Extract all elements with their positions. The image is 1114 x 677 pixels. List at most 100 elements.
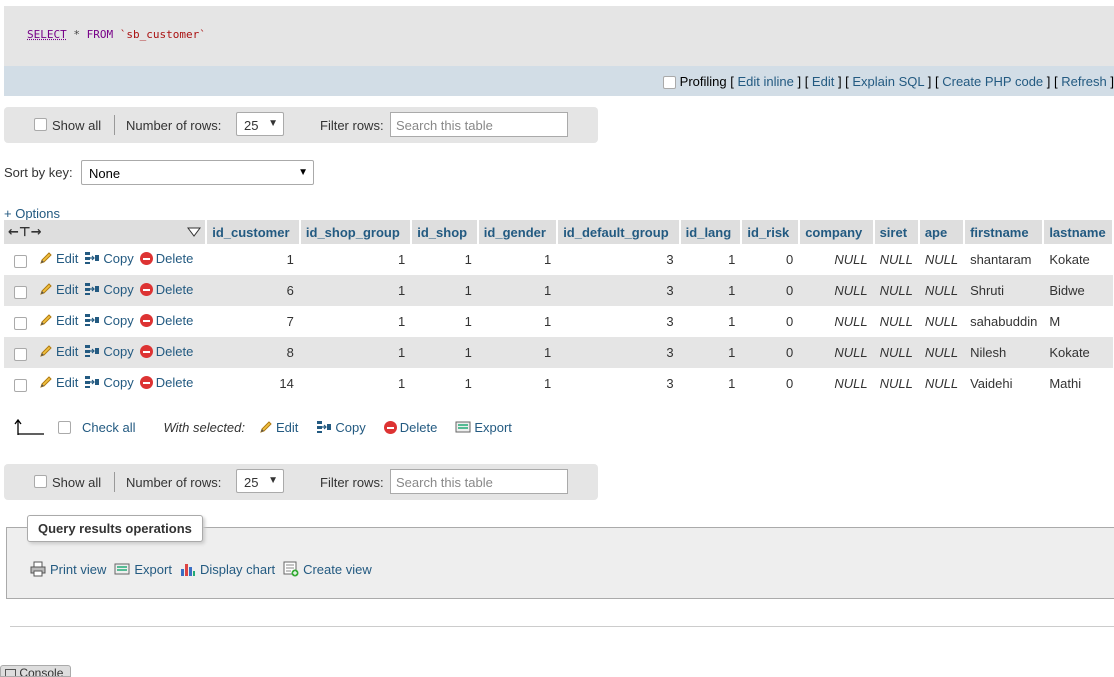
column-header[interactable]: company xyxy=(799,220,875,244)
create-php-link[interactable]: Create PHP code xyxy=(942,74,1043,89)
table-cell[interactable]: NULL xyxy=(918,337,965,368)
row-copy-button[interactable]: Copy xyxy=(84,313,134,328)
row-checkbox[interactable] xyxy=(14,348,27,362)
row-copy-button[interactable]: Copy xyxy=(84,375,134,390)
table-cell[interactable]: Nilesh xyxy=(964,337,1044,368)
table-cell[interactable]: 1 xyxy=(299,368,412,399)
check-all-checkbox[interactable] xyxy=(58,420,71,434)
table-cell[interactable]: M xyxy=(1043,306,1113,337)
options-link[interactable]: + Options xyxy=(4,206,60,221)
table-cell[interactable]: 3 xyxy=(557,368,680,399)
show-all-label[interactable]: Show all xyxy=(52,475,101,490)
column-header[interactable]: id_risk xyxy=(741,220,801,244)
table-cell[interactable]: 1 xyxy=(679,368,742,399)
export-link[interactable]: Export xyxy=(114,561,172,577)
bulk-export-button[interactable]: Export xyxy=(455,420,512,435)
table-cell[interactable]: NULL xyxy=(799,306,874,337)
show-all-label[interactable]: Show all xyxy=(52,118,101,133)
table-cell[interactable]: 1 xyxy=(477,337,558,368)
column-header[interactable]: id_default_group xyxy=(557,220,681,244)
column-header[interactable]: firstname xyxy=(964,220,1045,244)
show-all-checkbox[interactable] xyxy=(34,475,47,488)
table-cell[interactable]: 0 xyxy=(741,244,800,275)
table-cell[interactable]: NULL xyxy=(799,368,874,399)
table-cell[interactable]: 1 xyxy=(411,337,478,368)
row-edit-button[interactable]: Edit xyxy=(39,375,78,390)
table-cell[interactable]: 1 xyxy=(299,337,412,368)
create-view-link[interactable]: Create view xyxy=(283,561,372,577)
row-edit-button[interactable]: Edit xyxy=(39,251,78,266)
table-cell[interactable]: 1 xyxy=(299,306,412,337)
table-cell[interactable]: NULL xyxy=(873,368,919,399)
table-cell[interactable]: 1 xyxy=(679,337,742,368)
column-header[interactable]: ape xyxy=(918,220,966,244)
column-arrows-icon[interactable]: ←⊤→ xyxy=(8,224,56,240)
row-copy-button[interactable]: Copy xyxy=(84,282,134,297)
refresh-link[interactable]: Refresh xyxy=(1061,74,1107,89)
bulk-copy-button[interactable]: Copy xyxy=(316,420,366,435)
explain-sql-link[interactable]: Explain SQL xyxy=(852,74,924,89)
table-cell[interactable]: NULL xyxy=(918,306,965,337)
profiling-checkbox[interactable] xyxy=(663,76,677,90)
table-cell[interactable]: sahabuddin xyxy=(964,306,1044,337)
filter-rows-input[interactable]: Search this table xyxy=(390,469,568,494)
table-cell[interactable]: NULL xyxy=(873,306,919,337)
column-header[interactable]: id_shop xyxy=(411,220,479,244)
table-cell[interactable]: 1 xyxy=(679,244,742,275)
table-row[interactable]: Edit Copy Delete 1 1 1 1 3 1 0 NULL NULL NULL shantar… xyxy=(4,244,1113,275)
table-cell[interactable]: 0 xyxy=(741,337,800,368)
rows-per-page-select[interactable]: 25 ▼ xyxy=(236,469,284,493)
table-cell[interactable]: 1 xyxy=(411,244,478,275)
column-header[interactable]: id_customer xyxy=(206,220,301,244)
filter-rows-input[interactable]: Search this table xyxy=(390,112,568,137)
table-cell[interactable]: 1 xyxy=(477,306,558,337)
column-header[interactable]: siret xyxy=(873,220,920,244)
table-cell[interactable]: 1 xyxy=(477,368,558,399)
table-cell[interactable]: NULL xyxy=(799,244,874,275)
table-cell[interactable]: NULL xyxy=(918,275,965,306)
table-cell[interactable]: NULL xyxy=(873,337,919,368)
table-cell[interactable]: shantaram xyxy=(964,244,1044,275)
table-cell[interactable]: 1 xyxy=(679,306,742,337)
table-row[interactable]: Edit Copy Delete 7 1 1 1 3 1 0 NULL NULL NULL sahabud… xyxy=(4,306,1113,337)
column-header[interactable]: lastname xyxy=(1043,220,1114,244)
bulk-delete-button[interactable]: Delete xyxy=(383,420,437,435)
column-header[interactable]: id_gender xyxy=(477,220,559,244)
sql-query-text[interactable]: SELECT * FROM `sb_customer` xyxy=(27,28,206,41)
table-cell[interactable]: 8 xyxy=(206,337,300,368)
table-cell[interactable]: 1 xyxy=(299,244,412,275)
table-cell[interactable]: NULL xyxy=(873,275,919,306)
table-cell[interactable]: 3 xyxy=(557,275,680,306)
show-all-checkbox[interactable] xyxy=(34,118,47,131)
console-tab[interactable]: Console xyxy=(0,665,71,677)
edit-query-link[interactable]: Edit xyxy=(812,74,834,89)
row-checkbox[interactable] xyxy=(14,379,27,393)
table-cell[interactable]: 0 xyxy=(741,275,800,306)
table-cell[interactable]: 3 xyxy=(557,337,680,368)
table-cell[interactable]: 1 xyxy=(299,275,412,306)
print-view-link[interactable]: Print view xyxy=(30,561,106,577)
row-copy-button[interactable]: Copy xyxy=(84,251,134,266)
row-delete-button[interactable]: Delete xyxy=(139,344,193,359)
table-cell[interactable]: 1 xyxy=(477,244,558,275)
table-cell[interactable]: 1 xyxy=(411,275,478,306)
row-checkbox[interactable] xyxy=(14,255,27,269)
table-row[interactable]: Edit Copy Delete 8 1 1 1 3 1 0 NULL NULL NULL Nilesh K… xyxy=(4,337,1113,368)
table-cell[interactable]: NULL xyxy=(799,275,874,306)
row-delete-button[interactable]: Delete xyxy=(139,375,193,390)
table-cell[interactable]: 7 xyxy=(206,306,300,337)
display-chart-link[interactable]: Display chart xyxy=(180,561,275,577)
row-edit-button[interactable]: Edit xyxy=(39,282,78,297)
check-all-link[interactable]: Check all xyxy=(82,420,135,435)
table-cell[interactable]: 1 xyxy=(679,275,742,306)
table-cell[interactable]: Kokate xyxy=(1043,244,1113,275)
table-cell[interactable]: NULL xyxy=(918,244,965,275)
table-cell[interactable]: Shruti xyxy=(964,275,1044,306)
table-cell[interactable]: 6 xyxy=(206,275,300,306)
row-copy-button[interactable]: Copy xyxy=(84,344,134,359)
row-edit-button[interactable]: Edit xyxy=(39,344,78,359)
table-cell[interactable]: 1 xyxy=(206,244,300,275)
table-cell[interactable]: 1 xyxy=(477,275,558,306)
rows-per-page-select[interactable]: 25 ▼ xyxy=(236,112,284,136)
row-delete-button[interactable]: Delete xyxy=(139,282,193,297)
